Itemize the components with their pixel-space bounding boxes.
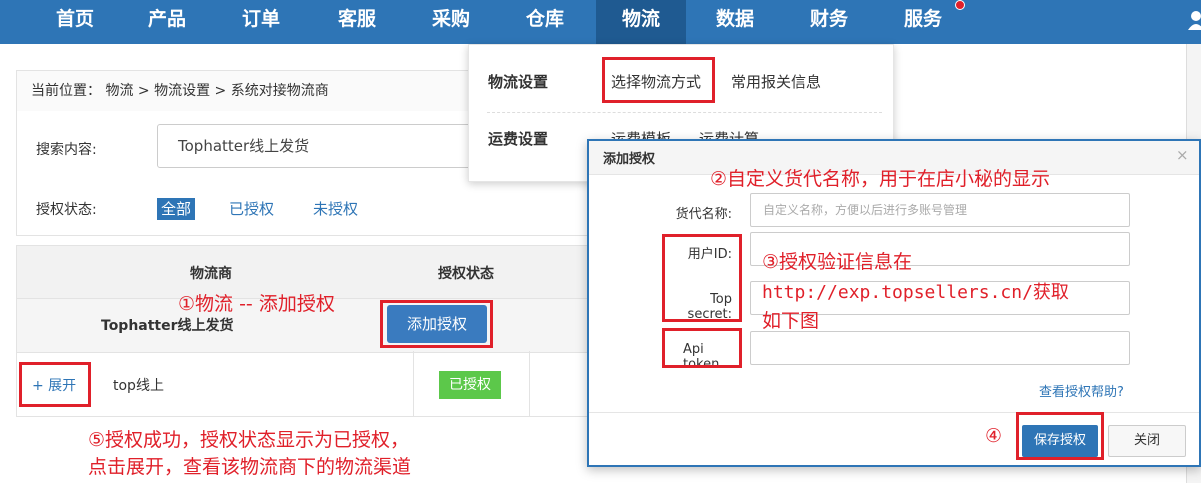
search-label: 搜索内容: xyxy=(36,142,97,158)
nav-item-finance[interactable]: 财务 xyxy=(794,0,864,44)
carrier-group-name: Tophatter线上发货 xyxy=(101,318,234,334)
status-badge: 已授权 xyxy=(439,371,501,399)
nav-item-services[interactable]: 服务 xyxy=(888,0,958,44)
filter-all[interactable]: 全部 xyxy=(157,198,196,220)
auth-help-link[interactable]: 查看授权帮助? xyxy=(1039,381,1124,400)
modal-title: 添加授权 xyxy=(603,152,656,167)
close-icon[interactable]: × xyxy=(1176,146,1189,164)
highlight-add-auth xyxy=(380,300,493,348)
nav-item-home[interactable]: 首页 xyxy=(40,0,110,44)
highlight-expand xyxy=(19,362,91,407)
highlight-select-shipping xyxy=(602,57,715,103)
notification-dot xyxy=(955,0,965,10)
forwarder-name-input[interactable]: 自定义名称，方便以后进行多账号管理 xyxy=(750,193,1130,227)
dropdown-section-freight-settings: 运费设置 xyxy=(488,130,549,148)
annotation-step5-line2: 点击展开，查看该物流商下的物流渠道 xyxy=(88,456,412,478)
annotation-step3-line3: 如下图 xyxy=(762,310,820,332)
nav-item-data[interactable]: 数据 xyxy=(700,0,770,44)
table-row xyxy=(17,352,615,416)
header-auth-status: 授权状态 xyxy=(438,266,494,282)
nav-item-orders[interactable]: 订单 xyxy=(226,0,296,44)
column-divider xyxy=(413,351,414,417)
nav-item-warehouse[interactable]: 仓库 xyxy=(510,0,580,44)
annotation-step2: ②自定义货代名称，用于在店小秘的显示 xyxy=(710,168,1051,190)
nav-item-logistics[interactable]: 物流 xyxy=(596,0,686,44)
nav-item-products[interactable]: 产品 xyxy=(132,0,202,44)
filter-unauthorized[interactable]: 未授权 xyxy=(313,198,358,220)
highlight-credentials xyxy=(662,234,742,322)
column-divider xyxy=(529,351,530,417)
header-carrier: 物流商 xyxy=(190,266,232,282)
user-icon[interactable] xyxy=(1186,8,1201,30)
field-label-forwarder-name: 货代名称: xyxy=(675,207,732,222)
channel-name: top线上 xyxy=(113,378,164,394)
api-token-input[interactable] xyxy=(750,331,1130,365)
auth-filter-label: 授权状态: xyxy=(36,202,97,218)
nav-item-purchase[interactable]: 采购 xyxy=(416,0,486,44)
close-modal-button[interactable]: 关闭 xyxy=(1108,425,1186,457)
highlight-save xyxy=(1016,412,1104,460)
dropdown-section-logistics-settings: 物流设置 xyxy=(488,73,549,91)
annotation-step1: ①物流 -- 添加授权 xyxy=(178,293,335,315)
annotation-step4: ④ xyxy=(985,425,1003,447)
annotation-step3-line1: ③授权验证信息在 xyxy=(762,251,913,273)
nav-item-service[interactable]: 客服 xyxy=(322,0,392,44)
dropdown-divider xyxy=(487,112,882,113)
annotation-step3-line2: http://exp.topsellers.cn/获取 xyxy=(762,282,1069,303)
highlight-api-token xyxy=(662,328,742,368)
filter-authorized[interactable]: 已授权 xyxy=(229,198,274,220)
annotation-step5-line1: ⑤授权成功，授权状态显示为已授权， xyxy=(88,429,410,451)
modal-footer-divider xyxy=(589,412,1199,413)
top-nav: 首页 产品 订单 客服 采购 仓库 物流 数据 财务 服务 xyxy=(0,0,1201,44)
menu-item-customs-info[interactable]: 常用报关信息 xyxy=(731,71,821,92)
